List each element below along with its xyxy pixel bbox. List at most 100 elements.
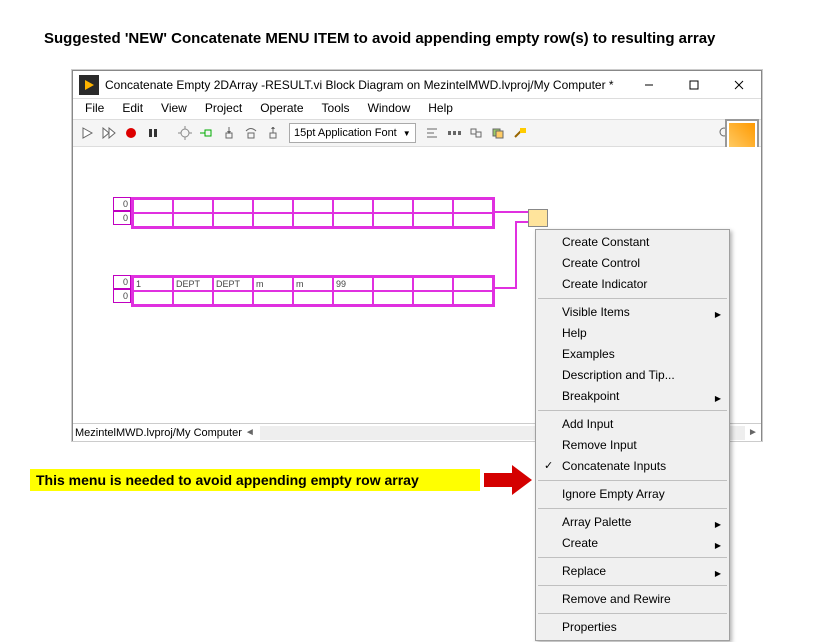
menu-operate[interactable]: Operate [252, 99, 311, 119]
run-continuous-button[interactable] [99, 123, 119, 143]
array-cell[interactable] [413, 277, 453, 291]
array-cell[interactable] [333, 213, 373, 227]
resize-button[interactable] [466, 123, 486, 143]
array-cell[interactable] [453, 291, 493, 305]
menu-tools[interactable]: Tools [314, 99, 358, 119]
menu-file[interactable]: File [77, 99, 112, 119]
scroll-right-icon[interactable]: ► [747, 427, 759, 438]
menu-item[interactable]: Visible Items [536, 302, 729, 323]
menu-item[interactable]: Replace [536, 561, 729, 582]
build-array-node[interactable] [528, 209, 548, 227]
array-cell[interactable] [213, 199, 253, 213]
menu-item-label: Create Indicator [562, 277, 647, 291]
array-cell[interactable] [373, 199, 413, 213]
retain-wire-button[interactable] [197, 123, 217, 143]
menu-item[interactable]: Create Indicator [536, 274, 729, 295]
distribute-button[interactable] [444, 123, 464, 143]
menu-item[interactable]: Ignore Empty Array [536, 484, 729, 505]
maximize-button[interactable] [671, 71, 716, 99]
step-out-button[interactable] [263, 123, 283, 143]
scroll-left-icon[interactable]: ◄ [244, 427, 256, 438]
array-cell[interactable] [293, 291, 333, 305]
menu-separator [538, 298, 727, 299]
array-cell[interactable]: DEPT [213, 277, 253, 291]
array2-index-1[interactable]: 0 [113, 289, 131, 303]
menu-item[interactable]: Examples [536, 344, 729, 365]
menu-item[interactable]: Help [536, 323, 729, 344]
array-cell[interactable] [173, 213, 213, 227]
annotation-arrow-icon [484, 462, 534, 498]
menu-view[interactable]: View [153, 99, 195, 119]
menu-item[interactable]: Create [536, 533, 729, 554]
reorder-button[interactable] [488, 123, 508, 143]
menu-project[interactable]: Project [197, 99, 250, 119]
array1-index-1[interactable]: 0 [113, 211, 131, 225]
run-button[interactable] [77, 123, 97, 143]
array-cell[interactable] [213, 291, 253, 305]
array-control-1[interactable]: 0 0 [113, 197, 495, 229]
menu-item-label: Visible Items [562, 305, 630, 319]
array-cell[interactable] [253, 291, 293, 305]
array-cell[interactable] [373, 277, 413, 291]
array-control-2[interactable]: 0 0 1DEPTDEPTmm99 [113, 275, 495, 307]
menu-separator [538, 585, 727, 586]
array-cell[interactable] [453, 277, 493, 291]
highlight-exec-button[interactable] [175, 123, 195, 143]
menu-item[interactable]: ✓Concatenate Inputs [536, 456, 729, 477]
window-title: Concatenate Empty 2DArray -RESULT.vi Blo… [105, 78, 626, 92]
array-cell[interactable]: 99 [333, 277, 373, 291]
close-button[interactable] [716, 71, 761, 99]
array-cell[interactable] [173, 199, 213, 213]
array-cell[interactable] [413, 199, 453, 213]
cleanup-button[interactable] [510, 123, 530, 143]
array-cell[interactable]: DEPT [173, 277, 213, 291]
menu-item[interactable]: Remove Input [536, 435, 729, 456]
array-cell[interactable]: m [253, 277, 293, 291]
array2-index-0[interactable]: 0 [113, 275, 131, 289]
menu-item[interactable]: Properties [536, 617, 729, 638]
array-cell[interactable] [253, 213, 293, 227]
array-cell[interactable]: m [293, 277, 333, 291]
array-cell[interactable] [253, 199, 293, 213]
minimize-button[interactable] [626, 71, 671, 99]
menu-help[interactable]: Help [420, 99, 461, 119]
array-cell[interactable] [293, 213, 333, 227]
check-icon: ✓ [544, 459, 553, 474]
align-button[interactable] [422, 123, 442, 143]
menu-item[interactable]: Create Constant [536, 232, 729, 253]
array-cell[interactable] [293, 199, 333, 213]
array-cell[interactable] [133, 199, 173, 213]
menu-item[interactable]: Create Control [536, 253, 729, 274]
menu-window[interactable]: Window [360, 99, 419, 119]
array-cell[interactable] [333, 291, 373, 305]
font-selector[interactable]: 15pt Application Font▼ [289, 123, 416, 143]
menu-item[interactable]: Breakpoint [536, 386, 729, 407]
array-cell[interactable]: 1 [133, 277, 173, 291]
menu-item-label: Breakpoint [562, 389, 619, 403]
step-over-button[interactable] [241, 123, 261, 143]
menu-item[interactable]: Array Palette [536, 512, 729, 533]
array1-index-0[interactable]: 0 [113, 197, 131, 211]
menu-item[interactable]: Remove and Rewire [536, 589, 729, 610]
array-cell[interactable] [413, 291, 453, 305]
array-cell[interactable] [333, 199, 373, 213]
array-cell[interactable] [133, 291, 173, 305]
step-into-button[interactable] [219, 123, 239, 143]
array-cell[interactable] [453, 213, 493, 227]
array-cell[interactable] [413, 213, 453, 227]
array-cell[interactable] [373, 213, 413, 227]
menu-item[interactable]: Description and Tip... [536, 365, 729, 386]
menu-item-label: Examples [562, 347, 615, 361]
page-heading: Suggested 'NEW' Concatenate MENU ITEM to… [0, 0, 831, 47]
menu-item[interactable]: Add Input [536, 414, 729, 435]
array-cell[interactable] [133, 213, 173, 227]
menu-edit[interactable]: Edit [114, 99, 151, 119]
menu-item-label: Properties [562, 620, 617, 634]
array-cell[interactable] [213, 213, 253, 227]
pause-button[interactable] [143, 123, 163, 143]
array-cell[interactable] [373, 291, 413, 305]
array-cell[interactable] [453, 199, 493, 213]
abort-button[interactable] [121, 123, 141, 143]
array-cell[interactable] [173, 291, 213, 305]
status-text: MezintelMWD.lvproj/My Computer [75, 427, 242, 439]
